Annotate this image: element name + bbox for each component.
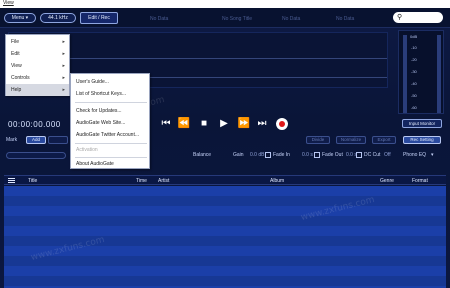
meter-tick: -10 xyxy=(411,45,417,50)
info-field-4: No Data xyxy=(336,16,355,22)
column-album[interactable]: Album xyxy=(270,178,284,184)
search-icon: ⚲ xyxy=(397,14,403,21)
level-meters: 0dB -10 -20 -30 -40 -50 -60 xyxy=(398,30,444,114)
gain-label: Gain xyxy=(233,152,244,158)
fast-forward-icon[interactable]: ⏩ xyxy=(236,116,252,132)
meter-tick: -20 xyxy=(411,57,417,62)
chevron-right-icon: ▸ xyxy=(62,63,65,69)
fade-in-value: 0.0 s xyxy=(302,152,313,158)
meter-tick: -50 xyxy=(411,93,417,98)
record-icon[interactable] xyxy=(276,118,288,130)
chevron-right-icon: ▸ xyxy=(62,87,65,93)
list-icon[interactable] xyxy=(8,178,15,183)
fade-out-label: Fade Out xyxy=(322,152,343,158)
menu-item-label: Controls xyxy=(11,75,30,81)
track-list-header: Title Time Artist Album Genre Format xyxy=(4,175,446,185)
column-format[interactable]: Format xyxy=(412,178,428,184)
fade-out-checkbox[interactable] xyxy=(314,152,320,158)
phono-eq-dropdown[interactable]: ▾ xyxy=(431,152,434,158)
time-display: 00:00:00.000 xyxy=(8,120,61,129)
fade-in-checkbox[interactable] xyxy=(265,152,271,158)
menu-item-file[interactable]: File ▸ xyxy=(6,36,69,48)
mark-row: Mark Add Divide Normalize Export Rec Set… xyxy=(0,134,450,146)
effects-row: Balance Gain 0.0 dB Fade In 0.0 s Fade O… xyxy=(0,149,450,161)
menu-item-edit[interactable]: Edit ▸ xyxy=(6,48,69,60)
menu-separator xyxy=(75,102,147,103)
input-monitor-button[interactable]: Input Monitor xyxy=(402,119,442,128)
meter-right xyxy=(437,35,441,113)
dc-cut-value: Off xyxy=(384,152,391,158)
menu-item-help[interactable]: Help ▸ xyxy=(6,84,69,96)
column-genre[interactable]: Genre xyxy=(380,178,394,184)
menu-item-about[interactable]: About AudioGate xyxy=(71,158,149,170)
meter-tick: -60 xyxy=(411,105,417,110)
mark-slider[interactable] xyxy=(6,152,66,159)
main-menu-dropdown: File ▸ Edit ▸ View ▸ Controls ▸ Help ▸ xyxy=(5,34,70,96)
mark-label: Mark xyxy=(6,137,18,143)
sample-rate-button[interactable]: 44.1 kHz xyxy=(40,13,76,23)
divide-button[interactable]: Divide xyxy=(306,136,330,144)
info-field-1: No Data xyxy=(150,16,169,22)
menu-item-activation: Activation xyxy=(76,147,98,153)
column-title[interactable]: Title xyxy=(28,178,37,184)
menu-item-label: Edit xyxy=(11,51,20,57)
meter-left xyxy=(403,35,407,113)
skip-end-icon[interactable]: ⏭ xyxy=(254,116,270,132)
export-button[interactable]: Export xyxy=(372,136,396,144)
meter-tick: -30 xyxy=(411,69,417,74)
phono-eq-label: Phono EQ xyxy=(403,152,427,158)
info-field-3: No Data xyxy=(282,16,301,22)
menu-button-label: Menu xyxy=(11,15,25,21)
play-icon[interactable]: ▶ xyxy=(216,116,232,132)
menu-button[interactable]: Menu ▾ xyxy=(4,13,36,23)
column-artist[interactable]: Artist xyxy=(158,178,169,184)
menu-item-web-site[interactable]: AudioGate Web Site... xyxy=(71,117,149,129)
track-list[interactable] xyxy=(4,186,446,288)
gain-value: 0.0 dB xyxy=(250,152,265,158)
app-window: Menu ▾ 44.1 kHz Edit / Rec No Data No So… xyxy=(0,8,450,288)
fade-in-label: Fade In xyxy=(273,152,290,158)
skip-start-icon[interactable]: ⏮ xyxy=(158,116,174,132)
dc-cut-label: DC Cut xyxy=(364,152,381,158)
search-input[interactable]: ⚲ xyxy=(393,12,443,23)
menu-item-twitter[interactable]: AudioGate Twitter Account... xyxy=(71,129,149,141)
menu-item-label: View xyxy=(11,63,22,69)
normalize-button[interactable]: Normalize xyxy=(336,136,366,144)
meter-top-label: 0dB xyxy=(410,34,418,39)
rec-setting-button[interactable]: Rec Setting xyxy=(403,136,441,144)
top-toolbar: Menu ▾ 44.1 kHz Edit / Rec No Data No So… xyxy=(0,8,450,28)
menu-item-check-updates[interactable]: Check for Updates... xyxy=(71,105,149,117)
menu-item-label: Help xyxy=(11,87,22,93)
rewind-icon[interactable]: ⏪ xyxy=(176,116,192,132)
help-submenu: User's Guide... List of Shortcut Keys...… xyxy=(70,73,150,169)
add-mark-button[interactable]: Add xyxy=(26,136,46,144)
menu-item-controls[interactable]: Controls ▸ xyxy=(6,72,69,84)
column-time[interactable]: Time xyxy=(136,178,147,184)
chevron-right-icon: ▸ xyxy=(62,75,65,81)
info-field-2: No Song Title xyxy=(222,16,253,22)
chevron-right-icon: ▸ xyxy=(62,51,65,57)
window-titlebar: View xyxy=(0,0,450,8)
menu-item-label: File xyxy=(11,39,20,45)
menu-item-view[interactable]: View ▸ xyxy=(6,60,69,72)
menu-item-users-guide[interactable]: User's Guide... xyxy=(71,76,149,88)
view-menu[interactable]: View xyxy=(3,0,14,6)
stop-icon[interactable]: ■ xyxy=(196,116,212,132)
menu-item-shortcut-keys[interactable]: List of Shortcut Keys... xyxy=(71,88,149,100)
meter-tick: -40 xyxy=(411,81,417,86)
mark-option-button[interactable] xyxy=(48,136,68,144)
balance-label: Balance xyxy=(193,152,212,158)
chevron-right-icon: ▸ xyxy=(62,39,65,45)
dc-cut-checkbox[interactable] xyxy=(356,152,362,158)
edit-rec-toggle[interactable]: Edit / Rec xyxy=(80,12,118,24)
